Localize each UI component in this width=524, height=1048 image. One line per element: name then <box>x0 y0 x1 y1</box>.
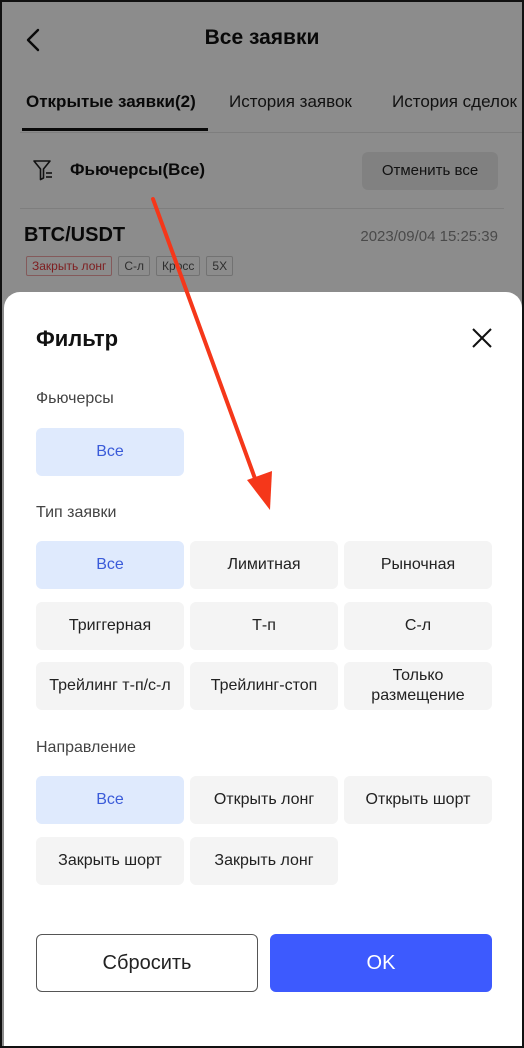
direction-option-close-long[interactable]: Закрыть лонг <box>190 837 338 885</box>
order-type-option-limit[interactable]: Лимитная <box>190 541 338 589</box>
order-type-option-all[interactable]: Все <box>36 541 184 589</box>
close-icon[interactable] <box>470 326 494 350</box>
direction-option-open-long[interactable]: Открыть лонг <box>190 776 338 824</box>
order-type-option-post-only[interactable]: Только размещение <box>344 662 492 710</box>
order-type-option-market[interactable]: Рыночная <box>344 541 492 589</box>
futures-option-all[interactable]: Все <box>36 428 184 476</box>
order-type-option-trigger[interactable]: Триггерная <box>36 602 184 650</box>
filter-sheet: Фильтр Фьючерсы Все Тип заявки Все Лимит… <box>4 292 522 1046</box>
order-type-option-stop-loss[interactable]: С-л <box>344 602 492 650</box>
direction-section-label: Направление <box>36 739 136 756</box>
reset-button[interactable]: Сбросить <box>36 934 258 992</box>
order-type-section-label: Тип заявки <box>36 504 117 521</box>
ok-button[interactable]: OK <box>270 934 492 992</box>
direction-option-all[interactable]: Все <box>36 776 184 824</box>
app-screen: Все заявки Открытые заявки(2) История за… <box>0 0 524 1048</box>
sheet-title: Фильтр <box>36 326 119 351</box>
futures-section-label: Фьючерсы <box>36 390 114 407</box>
order-type-option-trailing-stop[interactable]: Трейлинг-стоп <box>190 662 338 710</box>
direction-option-close-short[interactable]: Закрыть шорт <box>36 837 184 885</box>
direction-option-open-short[interactable]: Открыть шорт <box>344 776 492 824</box>
order-type-option-take-profit[interactable]: Т-п <box>190 602 338 650</box>
order-type-option-trailing-tp-sl[interactable]: Трейлинг т-п/с-л <box>36 662 184 710</box>
